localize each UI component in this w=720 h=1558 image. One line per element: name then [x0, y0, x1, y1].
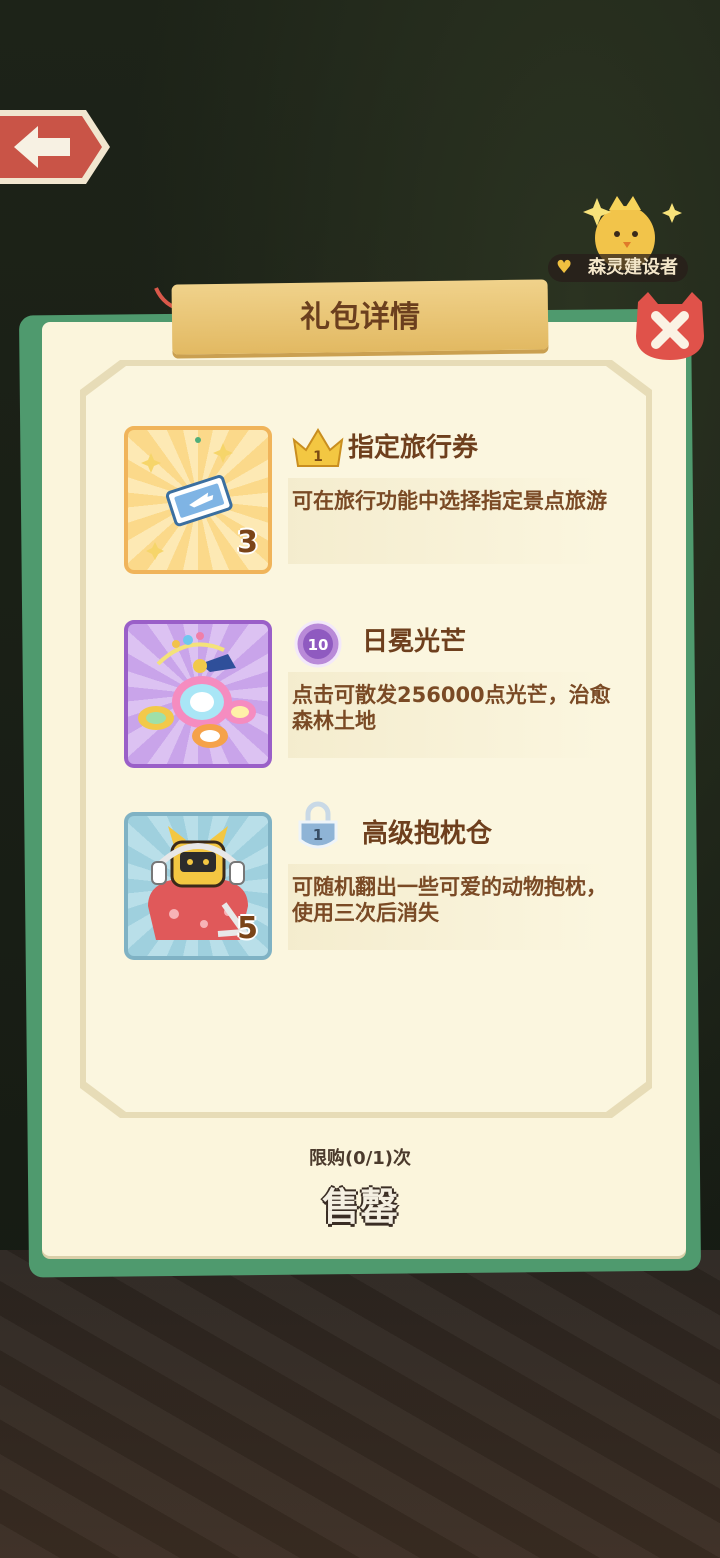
heart-icon: ♥	[556, 257, 573, 278]
badge-label: ♥ 森灵建设者	[548, 254, 688, 282]
crown-rank-label: 1	[313, 449, 323, 465]
medal-rank-label: 10	[308, 636, 329, 654]
blue-lock-icon: 1	[298, 801, 338, 849]
crown-icon: 1	[292, 428, 344, 467]
game-floor	[0, 1250, 720, 1558]
back-button[interactable]	[0, 108, 112, 186]
item-name: 高级抱枕仓	[362, 819, 493, 849]
ticket-icon: 3	[124, 426, 272, 574]
item-description: 点击可散发256000点光芒，治愈森林土地	[292, 683, 611, 733]
list-item: 5 1 高级抱枕仓 可随机翻出一些可爱的动物抱枕，使用三次后消失	[124, 801, 624, 962]
item-name: 指定旅行券	[348, 433, 479, 463]
item-quantity: 3	[237, 525, 258, 560]
list-item: 3 1 指定旅行券 可在旅行功能中选择指定景点旅游	[124, 426, 624, 576]
item-description: 可在旅行功能中选择指定景点旅游	[292, 489, 607, 513]
corona-orbs-icon	[124, 620, 272, 768]
purchase-limit: 限购(0/1)次	[308, 1148, 412, 1169]
dialog-title: 礼包详情	[300, 300, 420, 335]
sold-out-button[interactable]: 售罄	[0, 1176, 720, 1231]
purple-medal-icon: 10	[294, 620, 342, 668]
list-item: 10 日冕光芒 点击可散发256000点光芒，治愈森林土地	[124, 620, 624, 770]
lock-rank-label: 1	[313, 826, 323, 844]
item-name: 日冕光芒	[362, 627, 467, 657]
close-button[interactable]	[630, 290, 710, 362]
pillow-capsule-icon: 5	[124, 812, 272, 960]
item-quantity: 5	[237, 911, 258, 946]
item-description: 可随机翻出一些可爱的动物抱枕，使用三次后消失	[292, 875, 607, 925]
